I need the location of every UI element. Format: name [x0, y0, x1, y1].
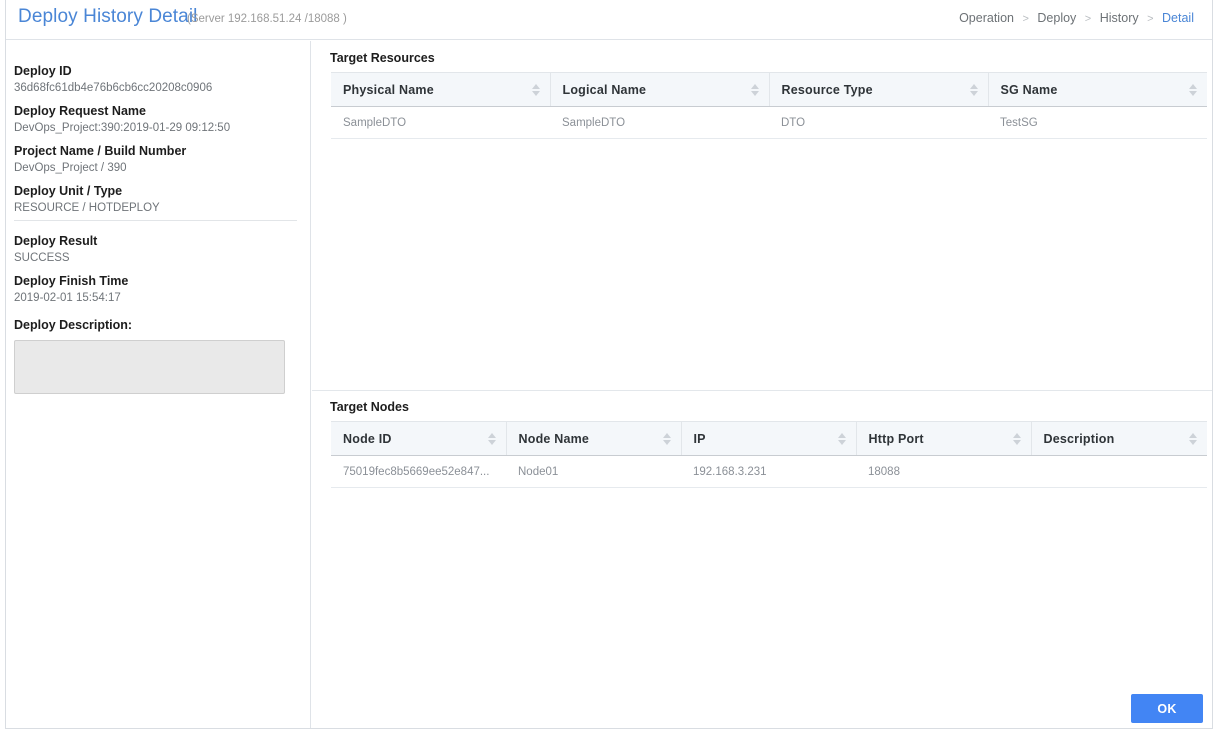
field-deploy-request-name: Deploy Request Name DevOps_Project:390:2…	[14, 103, 304, 136]
column-header-label: Node Name	[518, 431, 590, 446]
field-value: 2019-02-01 15:54:17	[14, 292, 121, 304]
field-value: DevOps_Project:390:2019-01-29 09:12:50	[14, 122, 231, 134]
breadcrumb-item-detail[interactable]: Detail	[1162, 11, 1194, 25]
column-header-label: Description	[1043, 431, 1115, 446]
column-header-label: Resource Type	[781, 82, 873, 97]
column-header-logical-name[interactable]: Logical Name	[549, 72, 769, 107]
sort-icon[interactable]	[662, 432, 672, 446]
table-row[interactable]: 75019fec8b5669ee52e847... Node01 192.168…	[331, 455, 1207, 488]
breadcrumb-separator-icon: >	[1084, 13, 1092, 25]
field-project-name-build-number: Project Name / Build Number DevOps_Proje…	[14, 143, 304, 176]
target-nodes-table: Node ID Node Name IP Http Port Descripti…	[331, 421, 1207, 488]
field-deploy-finish-time: Deploy Finish Time 2019-02-01 15:54:17	[14, 273, 304, 306]
sort-icon[interactable]	[837, 432, 847, 446]
cell-logical-name: SampleDTO	[550, 106, 769, 139]
cell-resource-type: DTO	[769, 106, 988, 139]
panel-divider	[312, 390, 1212, 391]
section-divider	[14, 220, 297, 221]
field-deploy-result: Deploy Result SUCCESS	[14, 233, 304, 266]
column-header-http-port[interactable]: Http Port	[855, 421, 1031, 456]
column-header-resource-type[interactable]: Resource Type	[768, 72, 988, 107]
breadcrumb-item-deploy[interactable]: Deploy	[1037, 11, 1076, 25]
sort-icon[interactable]	[531, 83, 541, 97]
field-label: Deploy Request Name	[14, 104, 146, 118]
breadcrumb-separator-icon: >	[1022, 13, 1029, 25]
cell-node-name: Node01	[506, 455, 681, 488]
column-header-label: Physical Name	[343, 82, 434, 97]
deploy-detail-panel: Deploy ID 36d68fc61db4e76b6cb6cc20208c09…	[6, 41, 311, 728]
field-label: Deploy ID	[14, 64, 72, 78]
sort-icon[interactable]	[1189, 83, 1198, 97]
breadcrumb-item-history[interactable]: History	[1100, 11, 1139, 25]
table-row[interactable]: SampleDTO SampleDTO DTO TestSG	[331, 106, 1207, 139]
column-header-label: SG Name	[1000, 82, 1058, 97]
page-title: Deploy History Detail	[18, 6, 198, 27]
deploy-description-input[interactable]	[14, 340, 285, 394]
field-label: Deploy Finish Time	[14, 274, 129, 288]
column-header-description[interactable]: Description	[1030, 421, 1207, 456]
field-value: SUCCESS	[14, 252, 70, 264]
cell-physical-name: SampleDTO	[331, 106, 550, 139]
cell-node-id: 75019fec8b5669ee52e847...	[331, 455, 506, 488]
column-header-label: Http Port	[868, 431, 924, 446]
field-label: Project Name / Build Number	[14, 144, 187, 158]
cell-sg-name: TestSG	[988, 106, 1207, 139]
field-value: 36d68fc61db4e76b6cb6cc20208c0906	[14, 82, 213, 94]
column-header-label: Node ID	[343, 431, 392, 446]
field-label: Deploy Unit / Type	[14, 184, 123, 198]
column-header-node-name[interactable]: Node Name	[505, 421, 681, 456]
target-panel: Target Resources Physical Name Logical N…	[312, 41, 1212, 728]
target-resources-table: Physical Name Logical Name Resource Type	[331, 72, 1207, 139]
breadcrumb-item-operation[interactable]: Operation	[959, 11, 1014, 25]
server-info: (Server 192.168.51.24 /18088 )	[187, 13, 347, 25]
deploy-description-label: Deploy Description:	[14, 318, 133, 332]
field-deploy-id: Deploy ID 36d68fc61db4e76b6cb6cc20208c09…	[14, 63, 304, 96]
sort-icon[interactable]	[487, 432, 497, 446]
sort-icon[interactable]	[1189, 432, 1198, 446]
sort-icon[interactable]	[1012, 432, 1022, 446]
deploy-history-detail-page: Deploy History Detail (Server 192.168.51…	[0, 0, 1220, 741]
target-resources-title: Target Resources	[330, 51, 435, 65]
column-header-label: Logical Name	[562, 82, 647, 97]
breadcrumb-separator-icon: >	[1147, 13, 1154, 25]
column-header-physical-name[interactable]: Physical Name	[331, 72, 550, 107]
ok-button[interactable]: OK	[1131, 694, 1203, 723]
page-header: Deploy History Detail (Server 192.168.51…	[6, 0, 1212, 40]
column-header-ip[interactable]: IP	[680, 421, 856, 456]
field-deploy-unit-type: Deploy Unit / Type RESOURCE / HOTDEPLOY	[14, 183, 304, 216]
field-value: RESOURCE / HOTDEPLOY	[14, 202, 160, 214]
field-value: DevOps_Project / 390	[14, 162, 127, 174]
cell-http-port: 18088	[856, 455, 1031, 488]
cell-description	[1031, 455, 1207, 488]
sort-icon[interactable]	[969, 83, 979, 97]
table-header-row: Physical Name Logical Name Resource Type	[331, 72, 1207, 107]
cell-ip: 192.168.3.231	[681, 455, 856, 488]
field-label: Deploy Result	[14, 234, 98, 248]
column-header-label: IP	[693, 431, 706, 446]
breadcrumb: Operation > Deploy > History > Detail	[959, 11, 1194, 25]
column-header-sg-name[interactable]: SG Name	[987, 72, 1207, 107]
table-header-row: Node ID Node Name IP Http Port Descripti…	[331, 421, 1207, 456]
sort-icon[interactable]	[750, 83, 760, 97]
column-header-node-id[interactable]: Node ID	[331, 421, 506, 456]
target-nodes-title: Target Nodes	[330, 400, 409, 414]
